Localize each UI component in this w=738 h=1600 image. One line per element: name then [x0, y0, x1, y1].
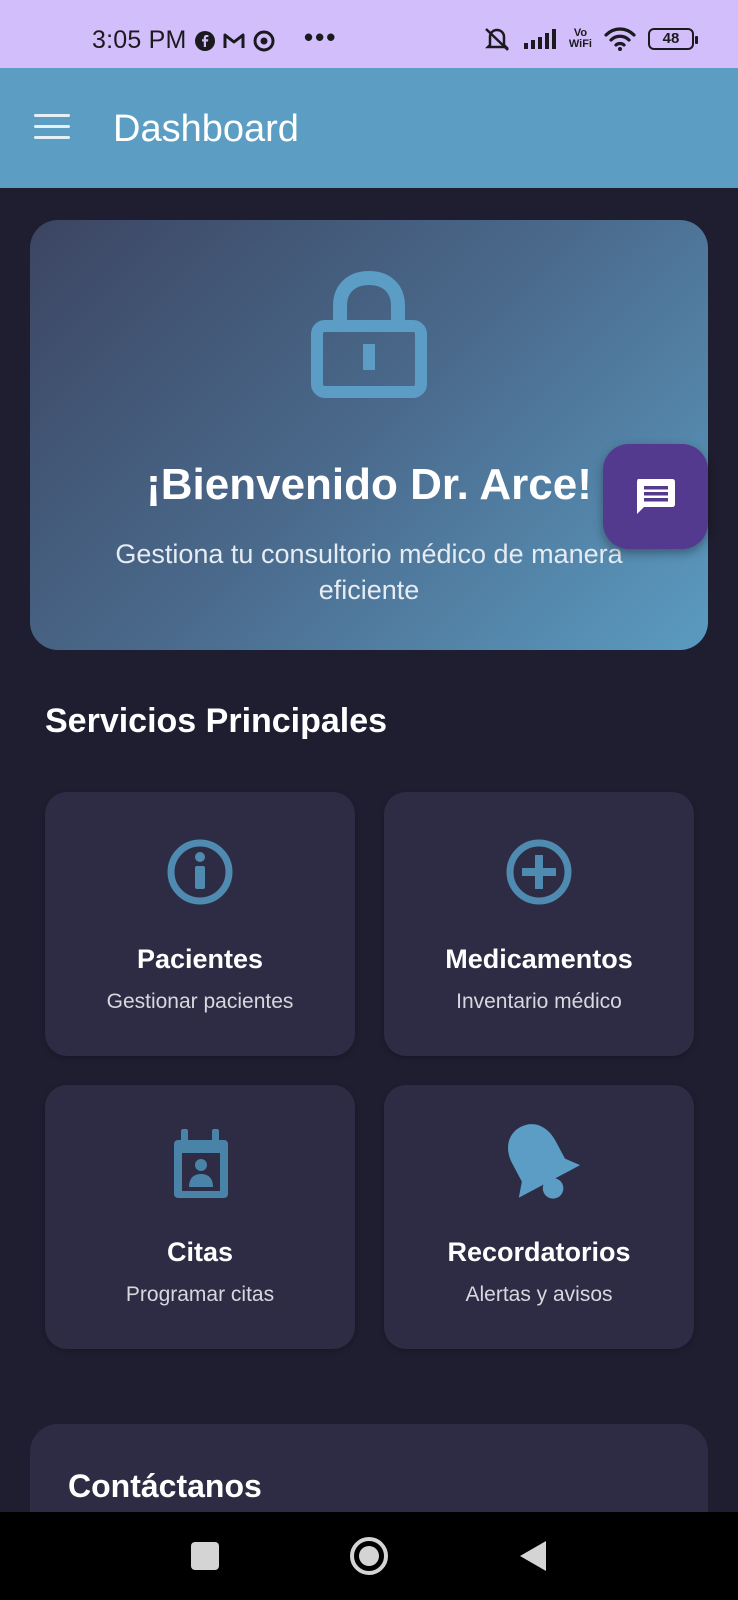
home-button[interactable]	[350, 1537, 388, 1575]
service-subtitle: Programar citas	[125, 1283, 275, 1306]
app-bar: Dashboard	[0, 68, 738, 188]
app-icon	[253, 30, 275, 52]
service-title: Recordatorios	[447, 1237, 631, 1267]
add-circle-icon	[506, 839, 572, 905]
chat-icon	[637, 479, 675, 514]
status-bar: 3:05 PM ••• Vo WiFi 48	[0, 0, 738, 68]
service-card-citas[interactable]: Citas Programar citas	[45, 1085, 355, 1349]
gmail-icon	[223, 33, 245, 48]
status-time: 3:05 PM	[92, 26, 187, 54]
mute-icon	[484, 28, 509, 51]
service-title: Pacientes	[136, 944, 264, 974]
more-notifications-icon: •••	[304, 22, 338, 52]
signal-icon	[523, 29, 556, 49]
page-title: Dashboard	[113, 108, 299, 150]
services-section-title: Servicios Principales	[45, 702, 388, 740]
back-button[interactable]	[520, 1541, 546, 1571]
battery-icon: 48	[648, 28, 698, 50]
service-title: Citas	[166, 1237, 234, 1267]
service-card-recordatorios[interactable]: Recordatorios Alertas y avisos	[384, 1085, 694, 1349]
service-subtitle: Gestionar pacientes	[106, 990, 294, 1013]
service-card-medicamentos[interactable]: Medicamentos Inventario médico	[384, 792, 694, 1056]
vowifi-icon: Vo WiFi	[569, 28, 592, 50]
info-icon	[167, 839, 233, 905]
service-title: Medicamentos	[445, 944, 633, 974]
bell-icon	[508, 1124, 581, 1199]
menu-icon[interactable]	[34, 114, 70, 140]
system-nav-bar	[0, 1512, 738, 1600]
notification-icons	[195, 30, 275, 52]
vowifi-bottom: WiFi	[568, 38, 592, 50]
welcome-subtitle: Gestiona tu consultorio médico de manera…	[115, 539, 623, 605]
service-subtitle: Alertas y avisos	[465, 1283, 613, 1306]
facebook-icon	[195, 31, 215, 51]
contact-title: Contáctanos	[68, 1468, 262, 1504]
welcome-card: ¡Bienvenido Dr. Arce! Gestiona tu consul…	[30, 220, 708, 650]
calendar-person-icon	[174, 1129, 228, 1198]
service-card-pacientes[interactable]: Pacientes Gestionar pacientes	[45, 792, 355, 1056]
system-icons: Vo WiFi 48	[483, 26, 698, 52]
chat-fab-button[interactable]	[603, 444, 708, 549]
lock-icon	[311, 270, 427, 398]
recents-button[interactable]	[191, 1542, 219, 1570]
service-subtitle: Inventario médico	[456, 990, 622, 1013]
wifi-icon	[604, 27, 636, 51]
